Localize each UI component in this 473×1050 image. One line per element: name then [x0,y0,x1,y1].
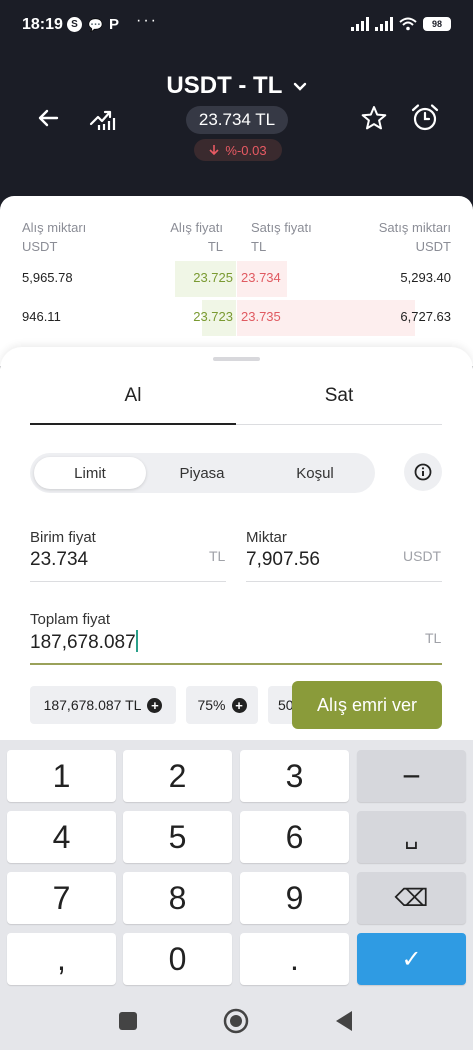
pair-title: USDT - TL [166,72,282,99]
home-icon[interactable] [223,1008,249,1034]
tab-sell[interactable]: Sat [236,385,442,407]
tab-buy[interactable]: Al [30,385,236,407]
key-space[interactable]: ␣ [357,811,466,863]
ask-amount-header: Satış miktarı USDT [378,220,451,254]
ask-amount: 6,727.63 [400,309,451,324]
chip-75-percent[interactable]: 75% + [186,686,258,724]
system-nav-bar [0,990,473,1050]
price-change-value: %-0.03 [225,142,267,158]
bid-amount-header: Alış miktarı USDT [22,220,87,254]
key-8[interactable]: 8 [123,872,232,924]
unit-price-input[interactable]: 23.734 [30,549,88,571]
order-type-selector: Limit Piyasa Koşul [30,453,375,493]
info-icon [414,463,432,481]
arrow-down-icon [209,145,219,156]
key-minus[interactable]: − [357,750,466,802]
unit-price-unit: TL [209,548,226,564]
plus-icon: + [147,697,163,713]
key-period[interactable]: . [240,933,349,985]
order-book-row[interactable]: 946.11 23.723 23.735 6,727.63 [0,300,473,336]
chat-icon: 💬 [88,17,103,32]
order-book-row[interactable]: 5,965.78 23.725 23.734 5,293.40 [0,261,473,297]
ask-price-header: Satış fiyatı TL [251,220,312,254]
unit-price-label: Birim fiyat [30,529,96,546]
key-backspace[interactable]: ⌫ [357,872,466,924]
amount-input[interactable]: 7,907.56 [246,549,320,571]
order-type-limit[interactable]: Limit [34,457,146,489]
recents-icon[interactable] [118,1011,138,1031]
ask-price: 23.735 [241,309,281,324]
key-3[interactable]: 3 [240,750,349,802]
skype-icon: S [67,17,82,32]
chart-trend-icon[interactable] [88,104,116,132]
order-type-condition[interactable]: Koşul [259,457,371,489]
key-6[interactable]: 6 [240,811,349,863]
chevron-down-icon [293,82,306,91]
place-buy-order-button[interactable]: Alış emri ver [292,681,442,729]
amount-label: Miktar [246,529,287,546]
bid-price-header: Alış fiyatı TL [170,220,223,254]
wifi-icon [399,17,417,31]
key-comma[interactable]: , [7,933,116,985]
pair-selector[interactable]: USDT - TL [0,72,473,100]
order-form-sheet: Al Sat Limit Piyasa Koşul Birim fiyat 23… [0,347,473,747]
key-0[interactable]: 0 [123,933,232,985]
status-bar: 18:19 S 💬 Р ··· 98 [0,0,473,52]
info-button[interactable] [404,453,442,491]
last-price: 23.734 TL [186,106,288,134]
system-icons: 98 [351,17,451,31]
amount-unit: USDT [403,548,442,564]
ask-amount: 5,293.40 [400,270,451,285]
tab-indicator [30,423,236,425]
drag-handle[interactable] [213,357,260,361]
back-icon[interactable] [334,1010,354,1032]
key-9[interactable]: 9 [240,872,349,924]
key-7[interactable]: 7 [7,872,116,924]
total-price-unit: TL [425,630,442,646]
star-icon[interactable] [361,105,387,131]
numeric-keyboard: 1 2 3 − 4 5 6 ␣ 7 8 9 ⌫ , 0 . ✓ [0,740,473,990]
battery-icon: 98 [423,17,451,31]
price-change-badge: %-0.03 [194,139,282,161]
bid-amount: 5,965.78 [22,270,73,285]
ask-price: 23.734 [241,270,281,285]
notification-icons: S 💬 Р [67,16,119,33]
chip-balance[interactable]: 187,678.087 TL + [30,686,176,724]
ruble-icon: Р [108,16,119,33]
bid-amount: 946.11 [22,309,61,324]
header: USDT - TL 23.734 TL %-0.03 [0,52,473,200]
total-price-label: Toplam fiyat [30,611,111,628]
total-price-input[interactable]: 187,678.087 [30,630,138,654]
alarm-clock-icon[interactable] [410,103,440,133]
bid-price: 23.725 [193,270,233,285]
order-type-market[interactable]: Piyasa [146,457,258,489]
key-2[interactable]: 2 [123,750,232,802]
key-1[interactable]: 1 [7,750,116,802]
plus-icon: + [231,697,247,713]
tab-divider [236,424,442,425]
key-4[interactable]: 4 [7,811,116,863]
more-notifications-icon: ··· [136,12,158,29]
back-arrow-icon[interactable] [36,106,60,130]
order-book: Alış miktarı USDT Alış fiyatı TL Satış fiy… [0,196,473,366]
bid-price: 23.723 [193,309,233,324]
signal-icon-2 [375,17,393,31]
status-time: 18:19 [22,16,63,33]
key-done[interactable]: ✓ [357,933,466,985]
key-5[interactable]: 5 [123,811,232,863]
signal-icon [351,17,369,31]
